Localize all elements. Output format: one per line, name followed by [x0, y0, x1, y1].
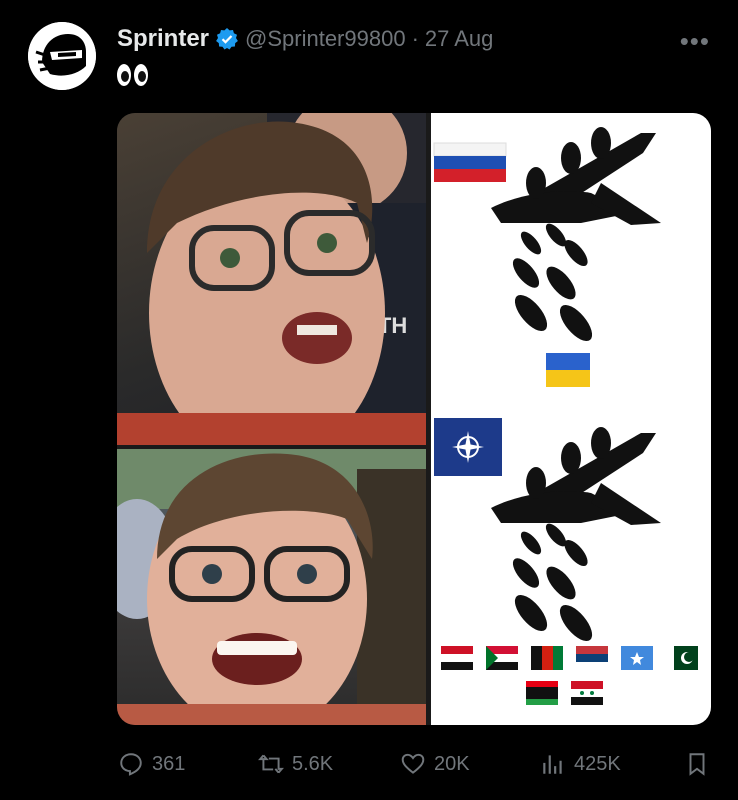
bookmark-button[interactable]: [684, 744, 710, 784]
bombs-group-1: [512, 223, 593, 342]
display-name[interactable]: Sprinter: [117, 25, 209, 53]
heart-icon: [401, 753, 425, 774]
eyes-emoji: [117, 64, 148, 86]
bombs-group-2: [512, 523, 593, 642]
iraq-flag-icon: [441, 646, 473, 670]
more-options-button[interactable]: •••: [680, 26, 710, 57]
bomber-plane-icon-2: [491, 427, 661, 525]
views-button[interactable]: 425K: [540, 744, 621, 784]
sudan-flag-icon: [486, 646, 518, 670]
pakistan-flag-icon: [666, 646, 698, 670]
bomber-meme-panel: [431, 113, 711, 725]
eye-right-icon: [134, 64, 148, 86]
libya-flag-icon: [526, 681, 558, 705]
like-button[interactable]: 20K: [400, 744, 470, 784]
repost-button[interactable]: 5.6K: [258, 744, 333, 784]
bomber-plane-icon-1: [491, 127, 661, 225]
russia-flag-icon: [433, 142, 507, 182]
meme-photo-angry: RTH: [117, 113, 426, 445]
user-handle[interactable]: @Sprinter99800: [245, 26, 406, 52]
tweet-media-image[interactable]: RTH: [117, 113, 711, 725]
like-count: 20K: [434, 752, 470, 775]
bookmark-icon: [689, 753, 705, 776]
reply-button[interactable]: 361: [118, 744, 185, 784]
repost-count: 5.6K: [292, 752, 334, 775]
ninja-logo-icon: [28, 22, 96, 90]
afghanistan-flag-icon: [531, 646, 563, 670]
avatar[interactable]: [28, 22, 96, 90]
reply-count: 361: [152, 752, 186, 775]
serbia-flag-icon: [576, 646, 608, 670]
eye-left-icon: [117, 64, 131, 86]
nato-flag-icon: [434, 418, 502, 476]
verified-badge-icon: [216, 28, 238, 50]
separator-dot: ·: [411, 26, 419, 51]
ukraine-flag-icon: [546, 353, 590, 387]
views-count: 425K: [574, 752, 621, 775]
meme-photo-happy: [117, 449, 426, 725]
somalia-flag-icon: [621, 646, 653, 670]
tweet-actions-bar: 361 5.6K 20K 425K: [0, 744, 738, 784]
post-date[interactable]: 27 Aug: [425, 26, 494, 52]
syria-flag-icon: [571, 681, 603, 705]
views-chart-icon: [543, 755, 562, 774]
repost-icon: [258, 754, 284, 774]
tweet-header: Sprinter @Sprinter99800 · 27 Aug: [117, 24, 493, 54]
reply-icon: [120, 753, 142, 776]
